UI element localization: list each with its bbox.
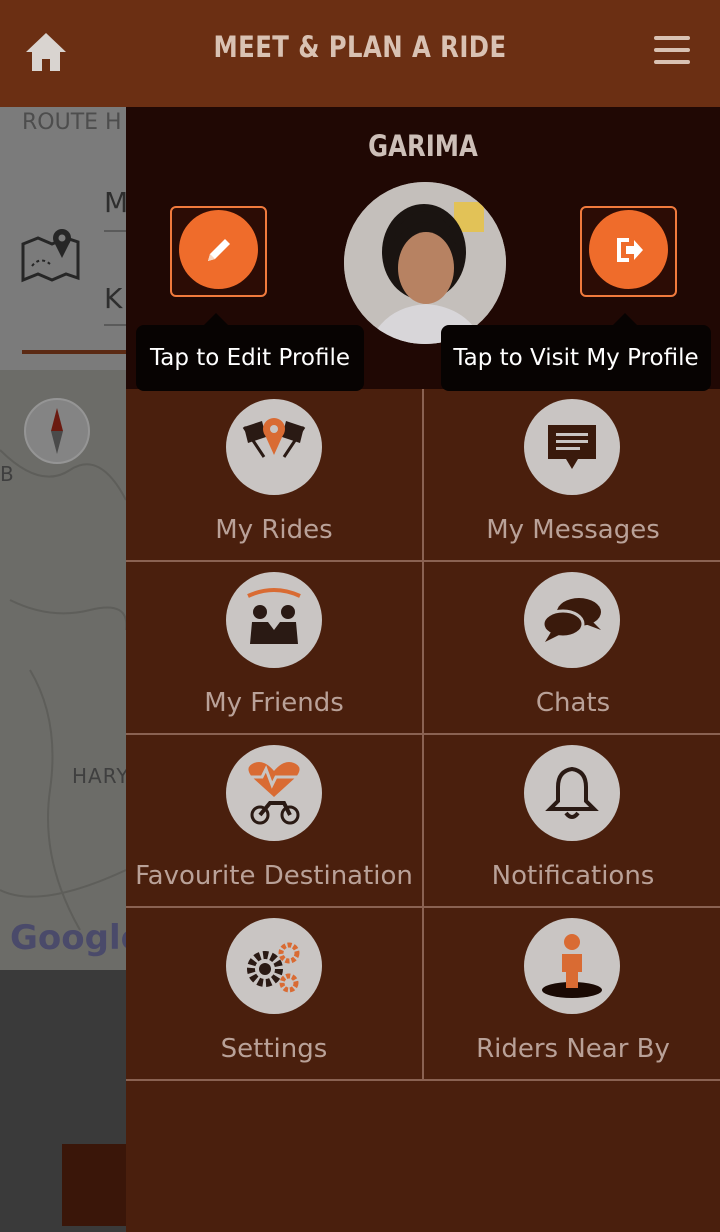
app-bar: MEET & PLAN A RIDE: [0, 0, 720, 107]
heart-bike-icon: [248, 762, 300, 825]
visit-profile-tooltip: Tap to Visit My Profile: [441, 313, 711, 391]
menu-item-my-rides[interactable]: My Rides: [126, 389, 424, 562]
menu-item-notifications[interactable]: Notifications: [424, 735, 720, 908]
pencil-icon: [207, 238, 230, 261]
field-underline: [104, 230, 126, 232]
route-heading: ROUTE H: [22, 110, 122, 135]
menu-item-label: Chats: [535, 688, 611, 718]
tab-indicator: [22, 350, 126, 354]
menu-item-settings[interactable]: Settings: [126, 908, 424, 1081]
rider-location-icon: [542, 934, 602, 998]
menu-item-riders-near-by[interactable]: Riders Near By: [424, 908, 720, 1081]
field-underline: [104, 324, 126, 326]
gears-icon: [247, 942, 300, 993]
menu-item-label: Riders Near By: [476, 1034, 670, 1064]
rides-flags-icon: [242, 418, 306, 458]
google-logo: Google: [10, 918, 144, 958]
visit-profile-button[interactable]: [580, 206, 677, 297]
bell-icon: [545, 766, 599, 819]
map-label: B: [0, 462, 14, 486]
hamburger-menu-icon[interactable]: [654, 36, 690, 66]
app-title: MEET & PLAN A RIDE: [213, 30, 507, 64]
menu-item-label: Notifications: [491, 861, 655, 891]
background-button[interactable]: [62, 1144, 126, 1226]
menu-item-label: Settings: [220, 1034, 328, 1064]
menu-item-chats[interactable]: Chats: [424, 562, 720, 735]
friends-icon: [247, 588, 301, 644]
menu-item-label: My Rides: [215, 515, 333, 545]
compass-icon[interactable]: [24, 398, 90, 464]
menu-item-my-friends[interactable]: My Friends: [126, 562, 424, 735]
navigation-drawer: GARIMA My Rides My Messages My Friends C…: [126, 107, 720, 1232]
menu-item-favourite-destination[interactable]: Favourite Destination: [126, 735, 424, 908]
logout-arrow-icon: [616, 237, 643, 262]
username: GARIMA: [368, 129, 478, 163]
menu-item-label: My Messages: [486, 515, 660, 545]
message-icon: [548, 425, 596, 469]
menu-item-label: My Friends: [204, 688, 344, 718]
edit-profile-button[interactable]: [170, 206, 267, 297]
map-pin-icon: [21, 229, 80, 283]
map-label: HARY: [72, 764, 130, 788]
avatar[interactable]: [344, 182, 506, 344]
menu-item-my-messages[interactable]: My Messages: [424, 389, 720, 562]
menu-item-label: Favourite Destination: [135, 861, 413, 891]
start-location-field[interactable]: M: [104, 186, 128, 219]
edit-profile-tooltip: Tap to Edit Profile: [136, 313, 364, 391]
chat-bubbles-icon: [541, 598, 601, 642]
end-location-field[interactable]: K: [104, 282, 122, 315]
